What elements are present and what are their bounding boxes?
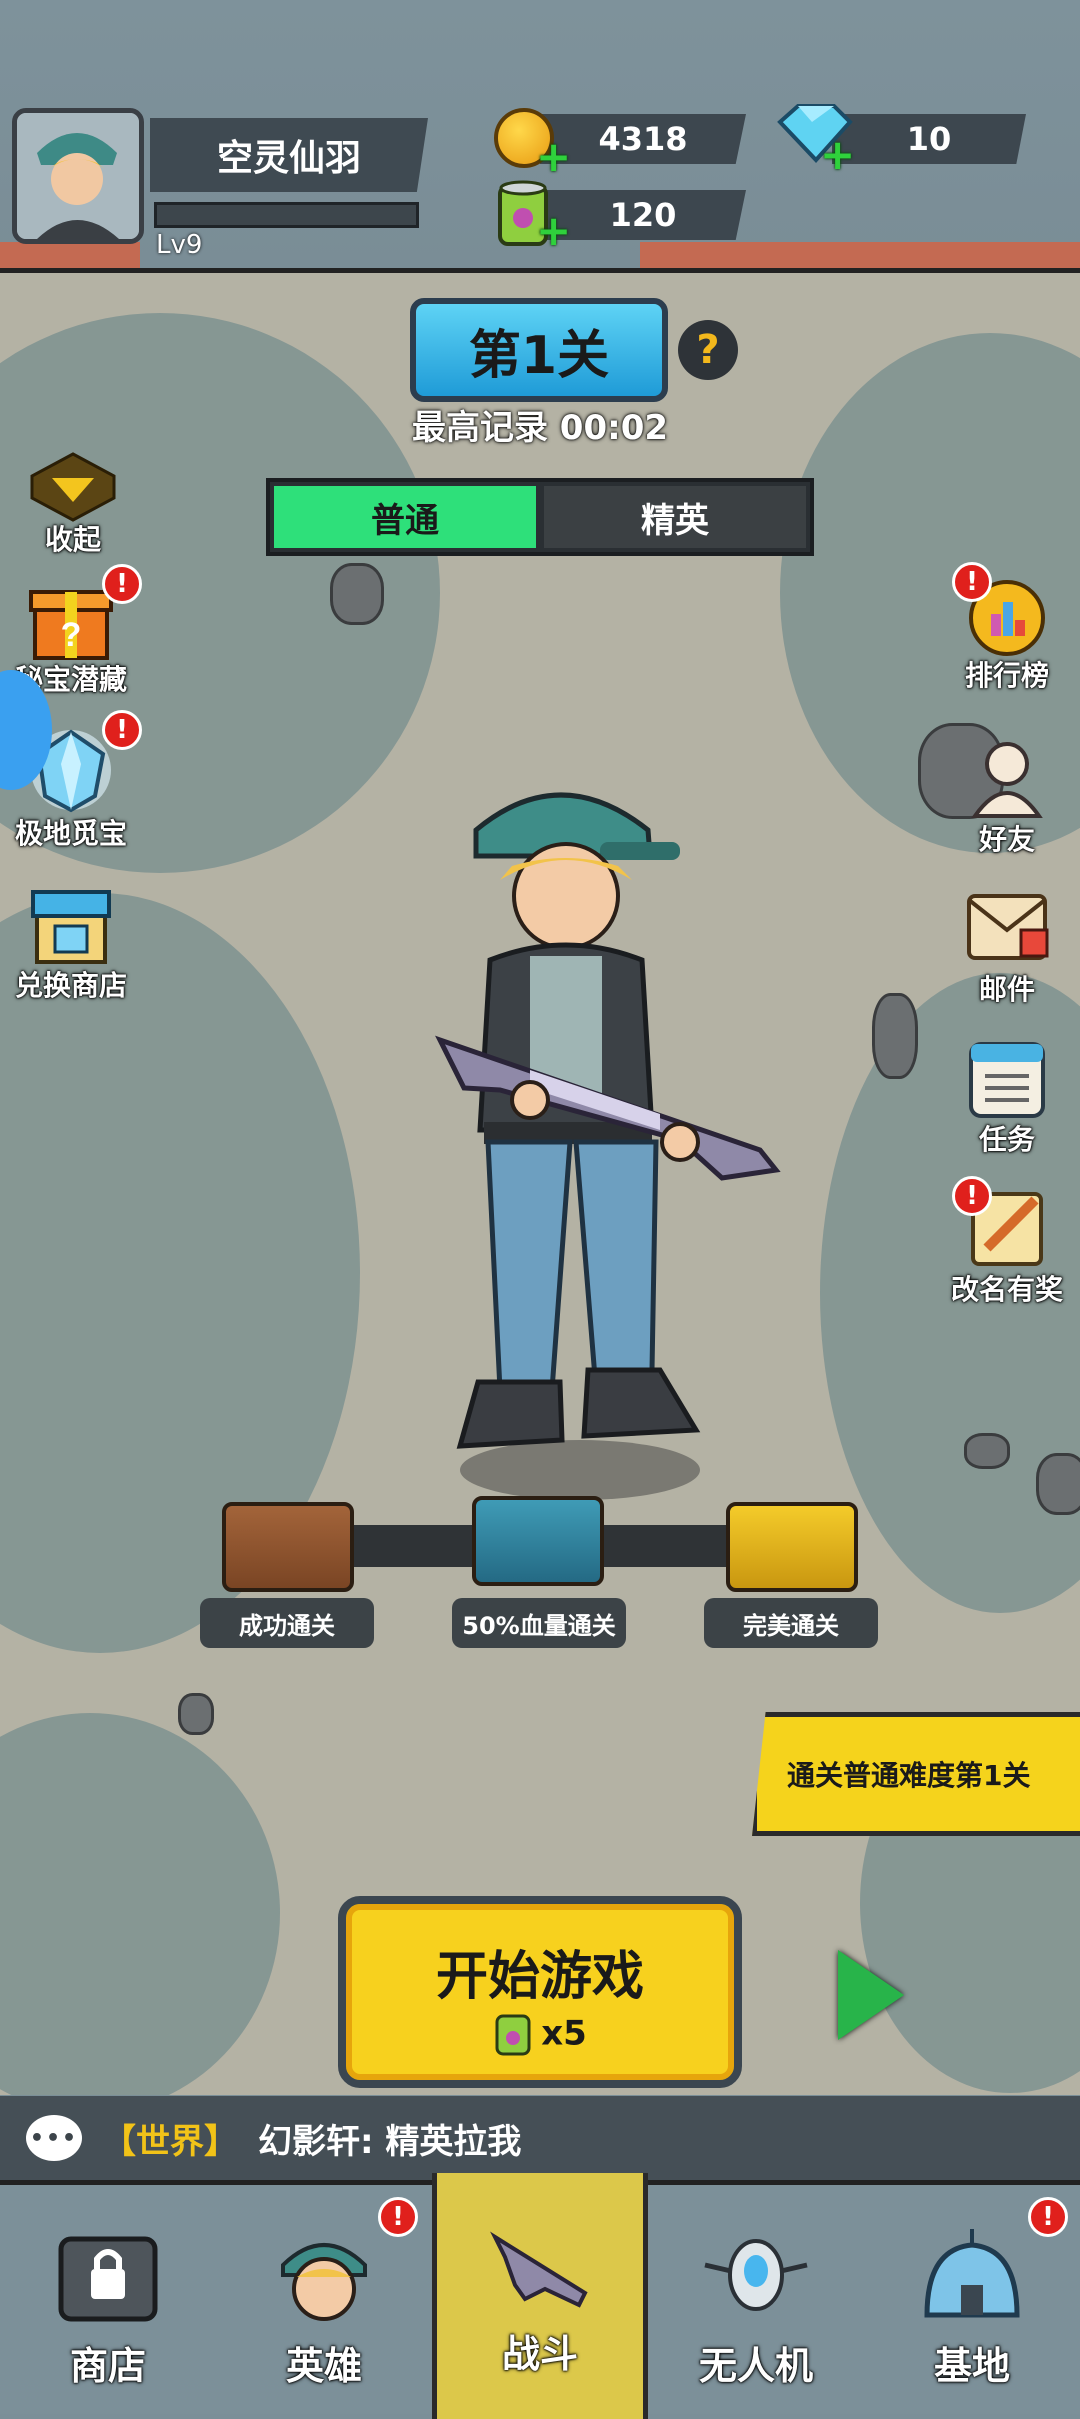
shop-stall-icon <box>31 890 111 964</box>
map-rock <box>1036 1453 1080 1515</box>
mail-label: 邮件 <box>978 973 1035 1006</box>
next-arrow-icon[interactable] <box>838 1950 904 2040</box>
player-avatar[interactable] <box>12 108 144 244</box>
collapse-button[interactable]: 收起 <box>8 452 138 558</box>
map-rock <box>872 993 918 1079</box>
chest-label-clear: 成功通关 <box>200 1598 374 1648</box>
nav-battle-label: 战斗 <box>501 2332 578 2376</box>
alert-badge: ! <box>952 1176 992 1216</box>
chat-bubble-icon[interactable]: ••• <box>26 2115 82 2161</box>
exchange-shop-button[interactable]: 兑换商店 <box>6 876 136 1004</box>
diamond-amount: 10 <box>832 114 1026 164</box>
nav-base-label: 基地 <box>933 2344 1010 2388</box>
quest-banner[interactable]: 通关普通难度第1关 <box>752 1712 1080 1836</box>
start-game-button[interactable]: 开始游戏 x5 <box>338 1896 742 2088</box>
alert-badge: ! <box>952 562 992 602</box>
best-record: 最高记录 00:02 <box>411 408 669 448</box>
chest-blue-icon[interactable] <box>472 1496 604 1586</box>
mail-button[interactable]: 邮件 <box>942 880 1072 1008</box>
map-terrain <box>0 1713 280 2095</box>
mail-icon <box>967 894 1049 960</box>
add-diamond-icon[interactable]: + <box>820 134 855 176</box>
leaderboard-button[interactable]: 排行榜 ! <box>942 562 1072 694</box>
help-button[interactable]: ? <box>678 320 738 380</box>
stage-title: 第1关 <box>410 298 668 402</box>
tasks-button[interactable]: 任务 <box>942 1030 1072 1158</box>
hero-character-icon <box>435 792 781 1500</box>
drone-icon <box>704 2239 808 2311</box>
friends-button[interactable]: 好友 <box>942 730 1072 858</box>
chest-label-half-hp: 50%血量通关 <box>452 1598 626 1648</box>
chest-gold-icon[interactable] <box>726 1502 858 1592</box>
alert-badge: ! <box>102 710 142 750</box>
map-rock <box>178 1693 214 1735</box>
nav-shop[interactable]: 商店 <box>0 2185 216 2419</box>
tab-normal[interactable]: 普通 <box>274 486 536 548</box>
locked-shop-icon <box>58 2236 158 2322</box>
rename-reward-label: 改名有奖 <box>950 1273 1063 1306</box>
nav-hero-label: 英雄 <box>285 2344 362 2388</box>
hero-head-icon <box>281 2243 367 2321</box>
start-cost-amount: x5 <box>541 2013 587 2054</box>
add-gold-icon[interactable]: + <box>536 136 571 178</box>
nav-drone-label: 无人机 <box>698 2344 813 2388</box>
friends-icon <box>971 742 1043 818</box>
alert-badge: ! <box>102 564 142 604</box>
start-game-label: 开始游戏 <box>435 1947 644 2007</box>
xp-bar <box>154 202 419 228</box>
chat-message: 幻影轩: 精英拉我 <box>258 2121 522 2162</box>
collapse-label: 收起 <box>44 523 101 556</box>
map-rock <box>330 563 384 625</box>
nav-shop-label: 商店 <box>69 2344 146 2388</box>
tab-elite[interactable]: 精英 <box>544 486 806 548</box>
nav-drone[interactable]: 无人机 <box>648 2185 864 2419</box>
player-level: Lv9 <box>156 230 203 260</box>
tasks-label: 任务 <box>978 1123 1035 1156</box>
difficulty-tabs: 普通 精英 <box>266 478 814 556</box>
chest-label-perfect: 完美通关 <box>704 1598 878 1648</box>
decor-crack <box>0 242 140 268</box>
friends-label: 好友 <box>978 823 1035 856</box>
nav-hero[interactable]: 英雄 ! <box>216 2185 432 2419</box>
task-calendar-icon <box>969 1042 1045 1118</box>
dome-base-icon <box>924 2229 1020 2318</box>
collapse-arrow-icon <box>30 452 116 522</box>
svg-text:?: ? <box>61 616 82 654</box>
chest-brown-icon[interactable] <box>222 1502 354 1592</box>
leaderboard-label: 排行榜 <box>964 659 1049 692</box>
add-energy-icon[interactable]: + <box>536 210 571 252</box>
chat-bar[interactable]: ••• 【世界】 幻影轩: 精英拉我 <box>0 2096 1080 2180</box>
rifle-icon <box>490 2231 588 2308</box>
start-cost: x5 <box>346 2012 734 2058</box>
player-name: 空灵仙羽 <box>150 118 428 192</box>
decor-crack <box>640 242 1080 268</box>
energy-can-icon <box>495 2014 531 2056</box>
exchange-shop-label: 兑换商店 <box>14 969 127 1002</box>
alert-badge: ! <box>1028 2197 1068 2237</box>
nav-base[interactable]: 基地 ! <box>864 2185 1080 2419</box>
map-rock <box>964 1433 1010 1469</box>
polar-treasure-label: 极地觅宝 <box>14 817 127 850</box>
avatar-portrait-icon <box>17 113 139 239</box>
bottom-nav: 商店 英雄 ! 战斗 无人机 基地 ! <box>0 2173 1080 2419</box>
chat-channel: 【世界】 <box>102 2121 238 2162</box>
rename-reward-button[interactable]: 改名有奖 ! <box>942 1176 1072 1308</box>
top-bar: 空灵仙羽 Lv9 4318 + 10 + 120 + <box>0 0 1080 273</box>
nav-battle[interactable]: 战斗 <box>432 2173 648 2419</box>
alert-badge: ! <box>378 2197 418 2237</box>
